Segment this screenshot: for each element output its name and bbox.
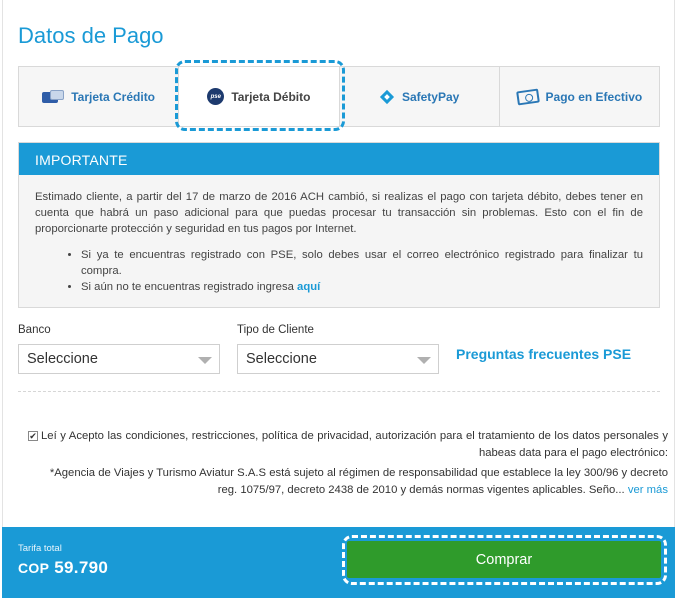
chevron-down-icon xyxy=(417,357,431,364)
client-type-label: Tipo de Cliente xyxy=(237,324,314,336)
client-type-select-value: Seleccione xyxy=(246,351,317,367)
agency-text: *Agencia de Viajes y Turismo Aviatur S.A… xyxy=(49,467,668,496)
client-type-select[interactable]: Seleccione xyxy=(237,344,439,374)
safetypay-icon xyxy=(379,89,395,105)
terms-block: ✔ Leí y Acepto las condiciones, restricc… xyxy=(28,428,668,462)
bank-select-value: Seleccione xyxy=(27,351,98,367)
important-notice: IMPORTANTE Estimado cliente, a partir de… xyxy=(18,142,660,308)
terms-text: Leí y Acepto las condiciones, restriccio… xyxy=(41,430,668,459)
chevron-down-icon xyxy=(198,357,212,364)
register-link[interactable]: aquí xyxy=(297,281,320,293)
payment-method-tabs: Tarjeta Crédito pse Tarjeta Débito Safet… xyxy=(18,66,660,127)
tab-pago-efectivo[interactable]: Pago en Efectivo xyxy=(499,67,659,126)
bank-label: Banco xyxy=(18,324,51,336)
tab-tarjeta-credito[interactable]: Tarjeta Crédito xyxy=(19,67,180,126)
total-amount: 59.790 xyxy=(54,558,109,577)
page-title: Datos de Pago xyxy=(18,23,164,48)
tarifa-label: Tarifa total xyxy=(18,543,62,554)
tab-label: Tarjeta Crédito xyxy=(71,89,156,104)
terms-checkbox[interactable]: ✔ xyxy=(28,431,38,441)
credit-card-icon xyxy=(42,89,65,104)
ver-mas-link[interactable]: ver más xyxy=(628,484,668,496)
notice-body: Estimado cliente, a partir del 17 de mar… xyxy=(19,175,659,295)
notice-paragraph: Estimado cliente, a partir del 17 de mar… xyxy=(35,191,643,235)
notice-bullet: Si ya te encuentras registrado con PSE, … xyxy=(81,247,643,279)
currency-code: COP xyxy=(18,560,50,576)
footer-bar: Tarifa total COP 59.790 Comprar xyxy=(2,527,675,598)
cash-icon xyxy=(515,88,540,105)
tab-label: Tarjeta Débito xyxy=(231,89,311,104)
pse-icon: pse xyxy=(207,88,225,105)
agency-disclaimer: *Agencia de Viajes y Turismo Aviatur S.A… xyxy=(28,465,668,499)
notice-bullet-text: Si aún no te encuentras registrado ingre… xyxy=(81,281,294,293)
faq-pse-link[interactable]: Preguntas frecuentes PSE xyxy=(456,346,631,362)
buy-button[interactable]: Comprar xyxy=(347,541,661,578)
tarifa-total: COP 59.790 xyxy=(18,558,108,578)
tab-tarjeta-debito[interactable]: pse Tarjeta Débito xyxy=(179,67,340,126)
bank-select[interactable]: Seleccione xyxy=(18,344,220,374)
notice-heading: IMPORTANTE xyxy=(19,143,659,175)
notice-bullet: Si aún no te encuentras registrado ingre… xyxy=(81,279,643,295)
notice-list: Si ya te encuentras registrado con PSE, … xyxy=(35,247,643,295)
tab-label: Pago en Efectivo xyxy=(545,89,643,104)
divider xyxy=(18,391,660,392)
tab-safetypay[interactable]: SafetyPay xyxy=(339,67,500,126)
tab-label: SafetyPay xyxy=(401,89,460,104)
